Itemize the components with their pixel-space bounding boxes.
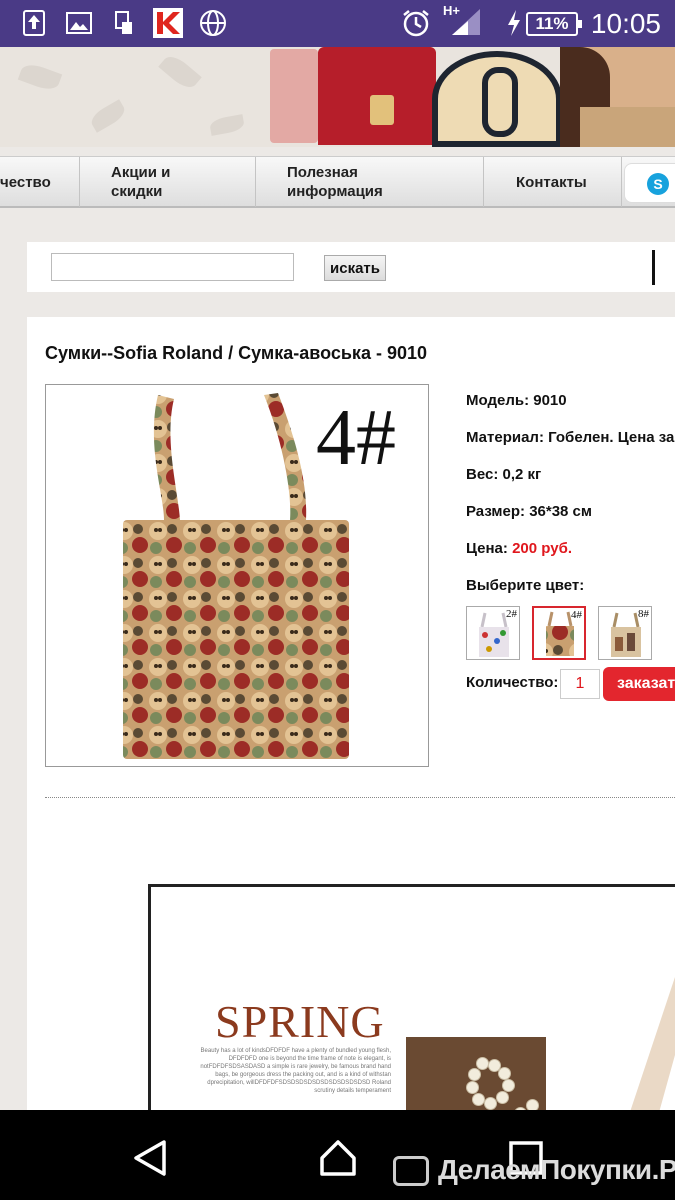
watermark: ДелаемПокупки.Ру — [438, 1154, 675, 1185]
home-icon[interactable] — [318, 1138, 358, 1183]
kaspersky-icon — [152, 8, 184, 38]
search-bar: искать — [27, 242, 675, 292]
watermark-logo-icon — [393, 1156, 429, 1186]
nav-item-sales[interactable]: Акции и скидки — [80, 157, 256, 207]
model-image — [560, 47, 675, 147]
nav-item-info[interactable]: Полезная информация — [256, 157, 484, 207]
header-banner[interactable] — [0, 47, 675, 147]
scroll-indicator — [652, 250, 655, 285]
red-bag-image — [318, 47, 436, 145]
signal-icon: H+ — [443, 3, 483, 37]
product-card: Сумки--Sofia Roland / Сумка-авоська - 90… — [27, 317, 675, 1124]
color-swatch-4[interactable]: 4# — [532, 606, 586, 660]
upload-icon — [20, 9, 48, 37]
product-title: Сумки--Sofia Roland / Сумка-авоська - 90… — [45, 343, 427, 363]
quantity-input[interactable]: 1 — [560, 669, 600, 699]
globe-icon — [198, 9, 228, 37]
order-button[interactable]: заказать — [603, 667, 675, 701]
skype-icon: S — [647, 173, 669, 195]
nav-item-quality[interactable]: чество — [0, 157, 80, 207]
charging-icon — [505, 9, 523, 37]
divider — [45, 797, 675, 798]
battery-indicator: 11% — [526, 12, 582, 36]
android-nav-bar: ДелаемПокупки.Ру — [0, 1110, 675, 1200]
model-row: Модель: 9010 — [466, 392, 567, 409]
price-row: Цена: 200 руб. — [466, 540, 572, 557]
color-swatch-2[interactable]: 2# — [466, 606, 520, 660]
cream-bag-image — [432, 51, 562, 147]
pink-bag-image — [270, 49, 318, 143]
main-nav: чество Акции и скидки Полезная информаци… — [0, 156, 675, 208]
nav-item-contacts[interactable]: Контакты — [484, 157, 622, 207]
clock: 10:05 — [590, 8, 661, 39]
promo-text: Beauty has a lot of kindsDFDFDF have a p… — [200, 1048, 391, 1094]
weight-row: Вес: 0,2 кг — [466, 466, 542, 483]
search-button[interactable]: искать — [324, 255, 386, 281]
color-swatch-8[interactable]: 8# — [598, 606, 652, 660]
price-value: 200 руб. — [512, 540, 572, 557]
product-image[interactable]: 4# — [45, 384, 429, 767]
back-icon[interactable] — [130, 1138, 170, 1183]
color-select-label: Выберите цвет: — [466, 577, 585, 594]
sim-icon — [112, 9, 136, 37]
quantity-label: Количество: — [466, 674, 559, 691]
image-icon — [65, 9, 93, 37]
promo-image: SPRING Beauty has a lot of kindsDFDFDF h… — [148, 884, 675, 1124]
skype-button[interactable]: S — [624, 163, 675, 203]
alarm-icon — [400, 9, 432, 37]
color-number-label: 4# — [316, 394, 396, 482]
search-input[interactable] — [51, 253, 294, 281]
size-row: Размер: 36*38 см — [466, 503, 592, 520]
material-row: Материал: Гобелен. Цена за — [466, 429, 675, 446]
status-bar: H+ 11% 10:05 — [0, 0, 675, 47]
promo-heading: SPRING — [215, 996, 385, 1047]
